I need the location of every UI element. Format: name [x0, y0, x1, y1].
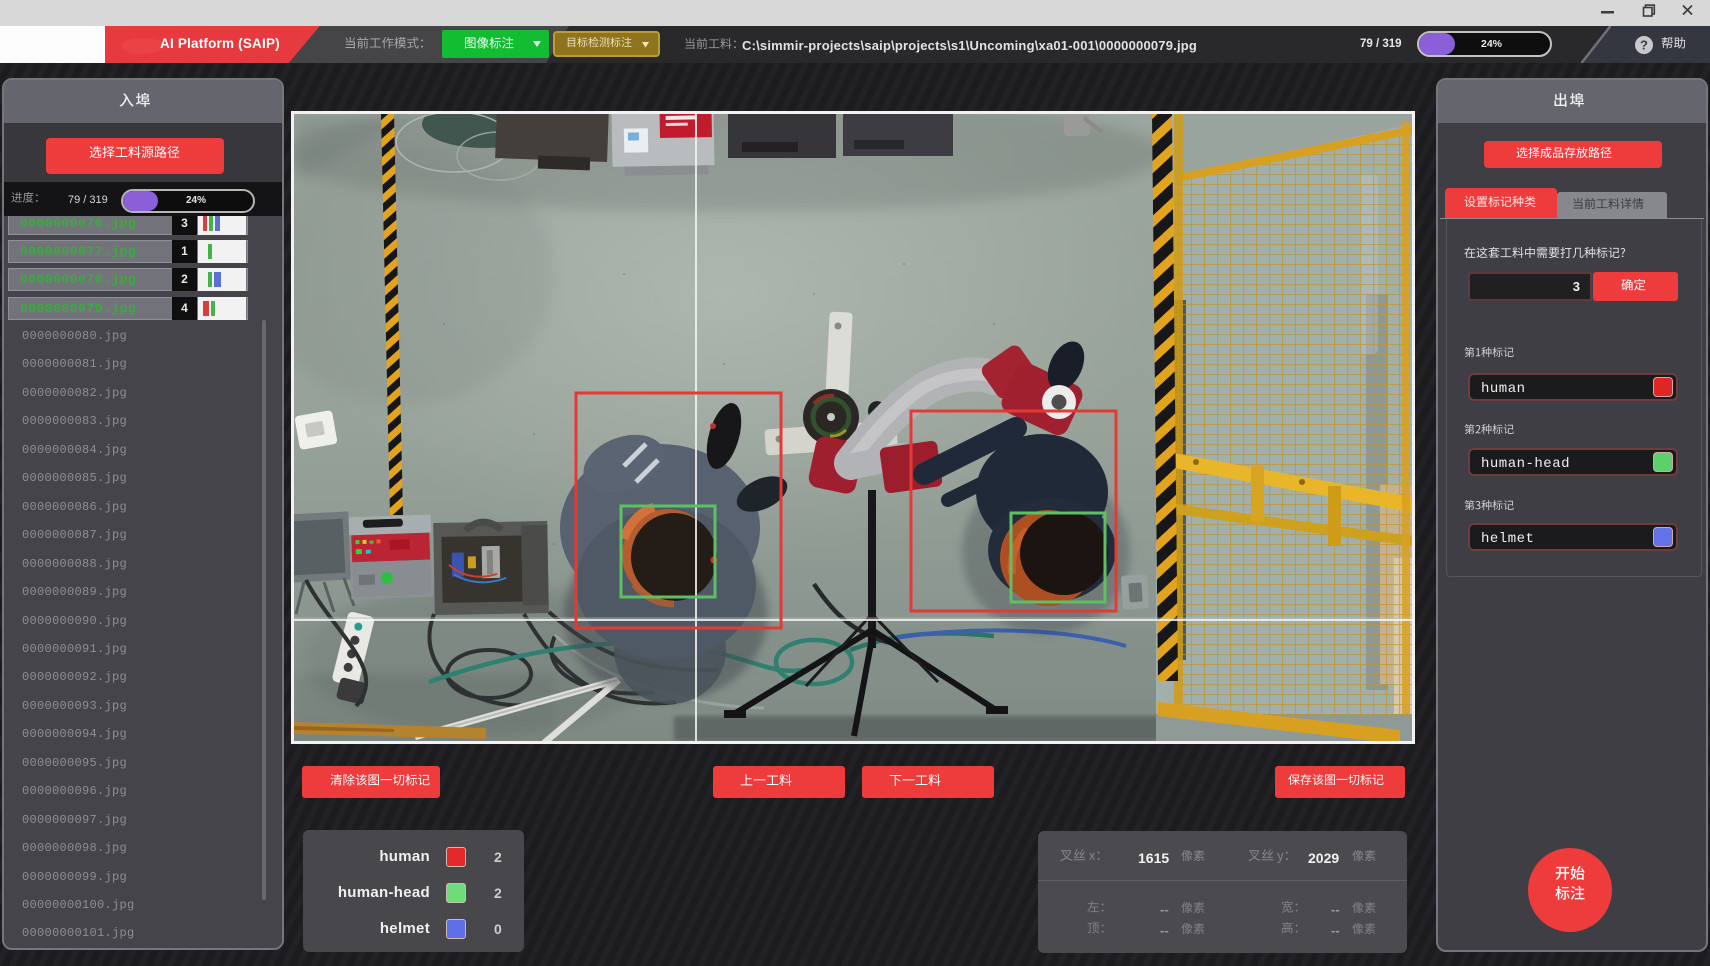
svg-text:?: ? [1640, 38, 1648, 53]
